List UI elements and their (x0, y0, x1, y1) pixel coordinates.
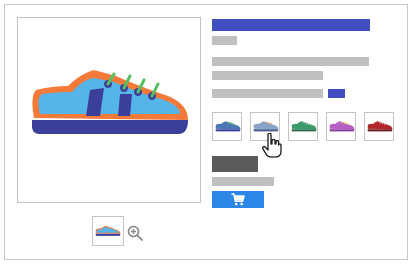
gallery-thumbnail[interactable] (92, 216, 124, 246)
cart-icon (231, 193, 245, 206)
description-line-1 (212, 57, 369, 66)
stock-status (212, 177, 274, 186)
color-variant-5[interactable] (364, 112, 394, 141)
sneaker-thumbnail-icon (95, 225, 121, 236)
sneaker-icon (32, 70, 189, 134)
main-product-image[interactable] (17, 17, 201, 203)
read-more-link[interactable] (328, 89, 345, 98)
sneaker-variant-icon (215, 121, 241, 132)
product-subtitle (212, 36, 237, 45)
sneaker-variant-icon (253, 121, 279, 132)
description-line-2 (212, 71, 323, 80)
product-price (212, 156, 258, 172)
color-variant-1[interactable] (212, 112, 242, 141)
color-variant-3[interactable] (288, 112, 318, 141)
color-variant-4[interactable] (326, 112, 356, 141)
zoom-in-icon[interactable] (127, 225, 143, 241)
sneaker-variant-icon (367, 121, 393, 132)
sneaker-variant-icon (291, 121, 317, 132)
sneaker-variant-icon (329, 121, 355, 132)
description-line-3 (212, 89, 323, 98)
add-to-cart-button[interactable] (212, 191, 264, 208)
hand-cursor-icon (262, 133, 282, 158)
product-title (212, 19, 370, 31)
